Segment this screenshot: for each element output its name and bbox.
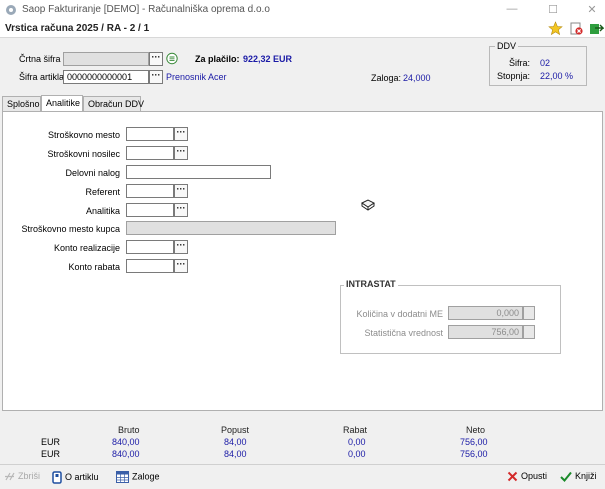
barcode-list-icon[interactable] <box>166 52 178 65</box>
zaloge-button[interactable]: Zaloge <box>116 471 160 485</box>
tab-analitike[interactable]: Analitike <box>41 95 83 112</box>
kolicina-input: 0,000 <box>448 306 523 320</box>
referent-input[interactable] <box>126 184 174 198</box>
konto-realizacije-input[interactable] <box>126 240 174 254</box>
delovni-nalog-input[interactable] <box>126 165 271 179</box>
table-icon <box>116 471 129 483</box>
referent-lookup-button[interactable]: ··· <box>174 184 188 198</box>
crtna-sifra-label: Črtna šifra <box>19 54 61 64</box>
ddv-sifra-value: 02 <box>540 58 551 68</box>
analitika-input[interactable] <box>126 203 174 217</box>
za-placilo-value: 922,32 EUR <box>243 54 293 64</box>
zaloga-value: 24,000 <box>403 73 431 83</box>
stat-vrednost-calculator-icon <box>523 325 535 339</box>
book-icon[interactable] <box>361 199 375 211</box>
strosk-nosilec-input[interactable] <box>126 146 174 160</box>
o-artiklu-label: O artiklu <box>65 471 99 482</box>
tab-obracun-ddv[interactable]: Obračun DDV <box>83 96 144 112</box>
zbrisi-button[interactable]: Zbriši <box>4 471 40 485</box>
zbrisi-label: Zbriši <box>18 471 40 481</box>
knjizi-label: Knjiži <box>575 471 597 481</box>
totals-row-bruto: 840,00 <box>112 437 140 447</box>
referent-label: Referent <box>85 187 120 197</box>
strosk-nosilec-lookup-button[interactable]: ··· <box>174 146 188 160</box>
checkmark-icon <box>560 471 572 483</box>
ddv-stopnja-value: 22,00 % <box>540 71 574 81</box>
sifra-artikla-lookup-button[interactable]: ··· <box>149 70 163 84</box>
kolicina-calculator-icon <box>523 306 535 320</box>
opusti-label: Opusti <box>521 471 548 481</box>
knjizi-button[interactable]: Knjiži <box>560 471 597 485</box>
eraser-icon <box>5 472 15 481</box>
stat-vrednost-input: 756,00 <box>448 325 523 339</box>
tab-splosno[interactable]: Splošno <box>2 96 41 112</box>
totals-row-rabat: 0,00 <box>348 449 366 459</box>
app-icon <box>5 4 17 16</box>
delovni-nalog-label: Delovni nalog <box>65 168 120 178</box>
info-icon <box>52 471 62 484</box>
totals-row-popust: 84,00 <box>224 449 247 459</box>
totals-row-neto: 756,00 <box>460 437 488 447</box>
cancel-x-icon <box>507 471 518 482</box>
ddv-legend: DDV <box>495 41 519 51</box>
zaloge-label: Zaloge <box>132 471 160 482</box>
export-icon[interactable] <box>589 21 605 36</box>
article-name: Prenosnik Acer <box>166 72 227 82</box>
document-header: Vrstica računa 2025 / RA - 2 / 1 <box>0 20 605 38</box>
totals-row-rabat: 0,00 <box>348 437 366 447</box>
analitika-label: Analitika <box>85 206 120 216</box>
favorite-star-icon[interactable] <box>548 21 563 36</box>
intrastat-legend: INTRASTAT <box>344 279 398 289</box>
zaloga-label: Zaloga: <box>371 73 402 83</box>
analitike-panel: Stroškovno mesto ··· Stroškovni nosilec … <box>2 111 603 411</box>
o-artiklu-button[interactable]: O artiklu <box>52 471 99 485</box>
konto-realizacije-lookup-button[interactable]: ··· <box>174 240 188 254</box>
strosk-mesto-kupca-label: Stroškovno mesto kupca <box>21 224 120 234</box>
analitika-lookup-button[interactable]: ··· <box>174 203 188 217</box>
ddv-stopnja-label: Stopnja: <box>496 71 530 81</box>
konto-rabata-lookup-button[interactable]: ··· <box>174 259 188 273</box>
window-title: Saop Fakturiranje [DEMO] - Računalniška … <box>22 4 270 15</box>
totals-header-neto: Neto <box>466 425 486 435</box>
totals-row-currency: EUR <box>41 449 61 459</box>
konto-rabata-input[interactable] <box>126 259 174 273</box>
za-placilo-label: Za plačilo: <box>195 54 240 64</box>
document-title: Vrstica računa 2025 / RA - 2 / 1 <box>5 23 150 34</box>
totals-row-bruto: 840,00 <box>112 449 140 459</box>
strosk-nosilec-label: Stroškovni nosilec <box>47 149 120 159</box>
delete-document-icon[interactable] <box>569 21 584 36</box>
bottom-toolbar: Zbriši O artiklu Zaloge Opusti Knjiži <box>0 464 605 489</box>
ddv-sifra-label: Šifra: <box>508 58 530 68</box>
strosk-mesto-label: Stroškovno mesto <box>47 130 120 140</box>
kolicina-label: Količina v dodatni ME <box>356 309 443 319</box>
opusti-button[interactable]: Opusti <box>507 471 547 485</box>
konto-realizacije-label: Konto realizacije <box>53 243 120 253</box>
sifra-artikla-label: Šifra artikla <box>19 72 65 82</box>
window-titlebar: Saop Fakturiranje [DEMO] - Računalniška … <box>0 0 605 20</box>
strosk-mesto-lookup-button[interactable]: ··· <box>174 127 188 141</box>
strosk-mesto-input[interactable] <box>126 127 174 141</box>
close-button[interactable]: ✕ <box>585 3 599 16</box>
totals-row-popust: 84,00 <box>224 437 247 447</box>
crtna-sifra-lookup-button[interactable]: ··· <box>149 52 163 66</box>
crtna-sifra-input[interactable] <box>63 52 149 66</box>
totals-header-bruto: Bruto <box>118 425 140 435</box>
strosk-mesto-kupca-input <box>126 221 336 235</box>
totals-row-currency: EUR <box>41 437 61 447</box>
maximize-button[interactable]: ☐ <box>546 3 560 16</box>
totals-row-neto: 756,00 <box>460 449 488 459</box>
minimize-button[interactable]: — <box>505 3 519 15</box>
sifra-artikla-input[interactable]: 0000000000001 <box>63 70 149 84</box>
stat-vrednost-label: Statistična vrednost <box>364 328 443 338</box>
konto-rabata-label: Konto rabata <box>68 262 120 272</box>
totals-header-popust: Popust <box>221 425 250 435</box>
totals-header-rabat: Rabat <box>343 425 368 435</box>
